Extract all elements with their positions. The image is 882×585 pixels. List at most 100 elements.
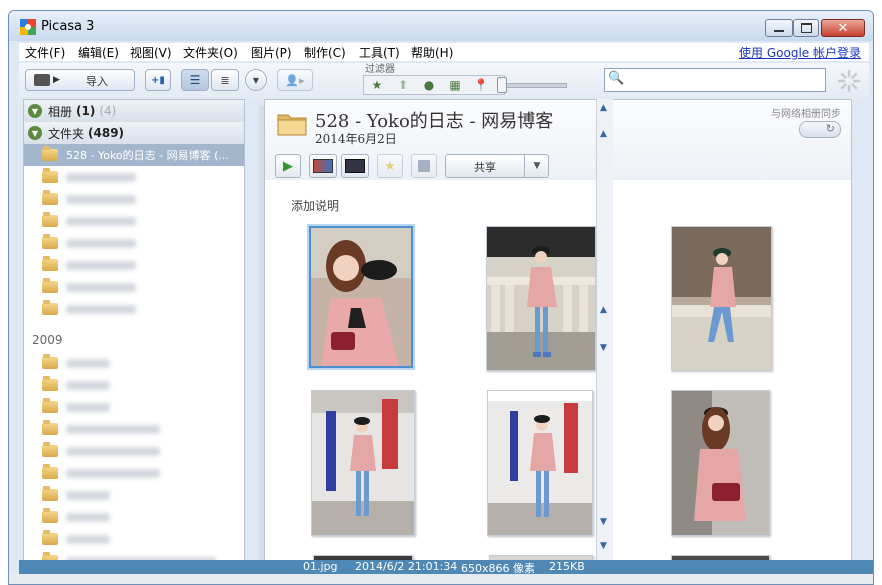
folder-icon <box>42 464 58 479</box>
import-button[interactable]: ▶ 导入 <box>25 69 135 91</box>
scroll-bottom-icon[interactable]: ▼ <box>600 541 607 551</box>
add-to-collage-button[interactable] <box>309 154 337 178</box>
menu-edit[interactable]: 编辑(E) <box>78 44 119 61</box>
star-filter-icon[interactable]: ★ <box>366 77 388 93</box>
sidebar-folder-selected[interactable]: 528 - Yoko的日志 - 网易博客 (... <box>24 144 244 166</box>
sidebar-folder[interactable] <box>24 254 244 276</box>
location-filter-icon[interactable]: 📍 <box>470 77 492 93</box>
menu-tools[interactable]: 工具(T) <box>359 44 400 61</box>
menu-view[interactable]: 视图(V) <box>130 44 172 61</box>
sidebar-folder[interactable] <box>24 528 244 550</box>
search-field[interactable] <box>627 71 823 89</box>
menu-file[interactable]: 文件(F) <box>25 44 65 61</box>
blurred-folder-name <box>66 238 136 248</box>
play-arrow-icon: ▶ <box>53 75 60 85</box>
sidebar-scrollbar[interactable]: ▲ ▼ <box>244 100 245 570</box>
folder-icon <box>42 376 58 391</box>
save-button[interactable] <box>411 154 437 178</box>
photo-image <box>312 391 414 535</box>
sidebar-folder[interactable] <box>24 188 244 210</box>
menu-create[interactable]: 制作(C) <box>304 44 346 61</box>
google-account-login-link[interactable]: 使用 Google 帐户登录 <box>739 44 861 61</box>
albums-count: (1) <box>76 104 96 118</box>
close-button[interactable]: ✕ <box>821 19 865 37</box>
detail-view-button[interactable]: ≣ <box>211 69 239 91</box>
sidebar-folder[interactable] <box>24 276 244 298</box>
blurred-folder-name <box>66 424 160 434</box>
movie-button[interactable] <box>341 154 369 178</box>
folder-icon <box>42 530 58 545</box>
add-caption-field[interactable]: 添加说明 <box>291 197 339 214</box>
slideshow-button[interactable]: ▶ <box>275 154 301 178</box>
face-filter-icon[interactable]: ● <box>418 77 440 93</box>
film-icon <box>345 159 365 173</box>
photo-thumbnail[interactable] <box>671 390 770 536</box>
collapse-icon: ▼ <box>28 104 42 118</box>
folder-icon <box>42 300 58 315</box>
folders-section-header[interactable]: ▼ 文件夹 (489) <box>24 122 244 144</box>
sidebar-folder[interactable] <box>24 166 244 188</box>
upload-filter-icon[interactable]: ⬆ <box>392 77 414 93</box>
sidebar-folder[interactable] <box>24 506 244 528</box>
chevron-down-icon[interactable]: ▼ <box>524 155 549 177</box>
sidebar-folder[interactable] <box>24 352 244 374</box>
window-title: Picasa 3 <box>41 19 95 34</box>
blurred-folder-name <box>66 468 160 478</box>
maximize-button[interactable] <box>793 19 819 37</box>
people-button[interactable]: 👤▸ <box>277 69 313 91</box>
upload-icon: +▮ <box>151 74 165 86</box>
sidebar-folder[interactable] <box>24 298 244 320</box>
minimize-button[interactable] <box>765 19 793 37</box>
picasa-window: Picasa 3 ✕ 文件(F) 编辑(E) 视图(V) 文件夹(O) 图片(P… <box>8 10 874 585</box>
blurred-folder-name <box>66 402 110 412</box>
sidebar-folder[interactable] <box>24 462 244 484</box>
date-filter-slider-track[interactable] <box>499 83 567 88</box>
sidebar-folder[interactable] <box>24 374 244 396</box>
menu-folder[interactable]: 文件夹(O) <box>183 44 238 61</box>
photo-thumbnail[interactable] <box>307 224 415 370</box>
maximize-icon <box>800 23 812 33</box>
sidebar-folder[interactable] <box>24 396 244 418</box>
sidebar-folder[interactable] <box>24 440 244 462</box>
photo-thumbnail[interactable] <box>486 226 596 371</box>
folder-icon <box>277 114 307 136</box>
photo-image <box>487 227 595 370</box>
photo-thumbnail[interactable] <box>671 226 772 371</box>
date-filter-slider-handle[interactable] <box>497 77 507 93</box>
folders-count: (489) <box>88 126 125 140</box>
blurred-folder-name <box>66 490 110 500</box>
scroll-up-icon[interactable]: ▲ <box>600 305 607 315</box>
folder-icon <box>42 442 58 457</box>
menu-help[interactable]: 帮助(H) <box>411 44 453 61</box>
album-scrollbar[interactable]: ▲ ▲ ▲ ▼ ▼ ▼ <box>596 99 613 569</box>
search-input[interactable]: 🔍 <box>604 68 826 92</box>
menu-bar: 文件(F) 编辑(E) 视图(V) 文件夹(O) 图片(P) 制作(C) 工具(… <box>19 43 869 61</box>
folder-icon <box>42 190 58 205</box>
sidebar-folder[interactable] <box>24 484 244 506</box>
video-filter-icon[interactable]: ▦ <box>444 77 466 93</box>
page-down-icon[interactable]: ▼ <box>600 517 607 527</box>
search-icon: 🔍 <box>608 71 625 86</box>
sidebar-folder[interactable] <box>24 210 244 232</box>
sidebar-folder[interactable] <box>24 232 244 254</box>
list-view-button[interactable]: ☰ <box>181 69 209 91</box>
upload-button[interactable]: +▮ <box>145 69 171 91</box>
folder-icon <box>42 278 58 293</box>
picasa-app-icon <box>20 19 36 35</box>
loading-spinner-icon <box>837 69 861 93</box>
play-icon: ▶ <box>283 158 293 174</box>
scroll-top-icon[interactable]: ▲ <box>600 103 607 113</box>
view-options-dropdown[interactable]: ▼ <box>245 69 267 91</box>
web-album-sync-toggle[interactable]: ↻ <box>799 121 841 138</box>
star-button[interactable]: ★ <box>377 154 403 178</box>
share-button[interactable]: 共享 ▼ <box>445 154 549 178</box>
photo-thumbnail[interactable] <box>311 390 415 536</box>
filter-label: 过滤器 <box>365 64 395 75</box>
menu-picture[interactable]: 图片(P) <box>251 44 292 61</box>
scroll-down-icon[interactable]: ▼ <box>600 343 607 353</box>
folder-icon <box>42 420 58 435</box>
photo-thumbnail[interactable] <box>487 390 593 536</box>
sidebar-folder[interactable] <box>24 418 244 440</box>
albums-section-header[interactable]: ▼ 相册 (1) (4) <box>24 100 244 122</box>
page-up-icon[interactable]: ▲ <box>600 129 607 139</box>
